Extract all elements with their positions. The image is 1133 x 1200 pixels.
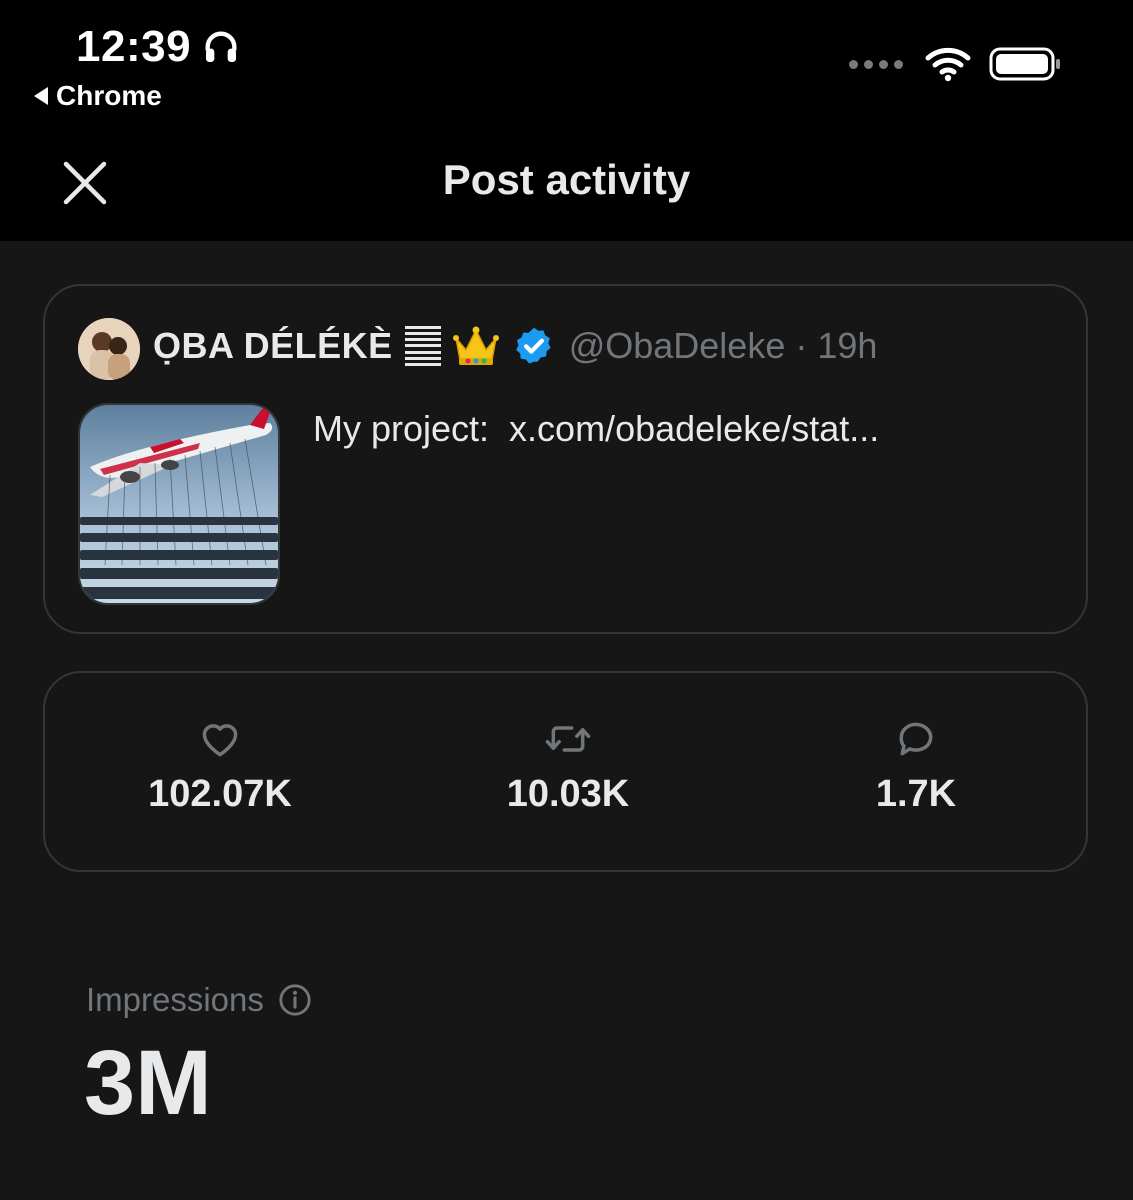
info-icon[interactable]: [278, 983, 312, 1017]
post-text[interactable]: My project: x.com/obadeleke/stat...: [313, 408, 879, 450]
post-author-row: ỌBA DÉLÉKÈ @ObaDeleke · 19h: [153, 324, 877, 368]
time-text: 12:39: [76, 22, 192, 71]
avatar[interactable]: [78, 318, 140, 380]
post-card[interactable]: ỌBA DÉLÉKÈ @ObaDeleke · 19h My project: …: [43, 284, 1088, 634]
flag-lines-icon: [404, 326, 441, 366]
signal-dots-icon: [849, 59, 903, 69]
heart-icon: [202, 724, 238, 757]
status-icons: [849, 46, 1063, 82]
reposts-count: 10.03K: [506, 773, 630, 815]
likes-count: 102.07K: [148, 773, 292, 815]
wifi-icon: [925, 47, 971, 82]
page-title: Post activity: [442, 156, 691, 203]
handle-and-time: @ObaDeleke · 19h: [568, 325, 878, 366]
back-arrow-icon: [34, 87, 48, 105]
battery-icon: [989, 47, 1060, 81]
avatar-image: [78, 318, 140, 380]
post-thumbnail[interactable]: [78, 403, 280, 605]
airplane-image: [80, 405, 278, 603]
replies-count: 1.7K: [875, 773, 957, 815]
likes-metric[interactable]: 102.07K: [100, 717, 340, 816]
replies-metric[interactable]: 1.7K: [796, 717, 1036, 816]
engagement-metrics: 102.07K 10.03K 1.7K: [43, 671, 1088, 872]
display-name[interactable]: ỌBA DÉLÉKÈ: [153, 325, 393, 367]
headphones-icon: [205, 31, 237, 62]
reply-icon: [899, 722, 933, 756]
back-to-app-link[interactable]: Chrome: [34, 80, 162, 112]
reposts-metric[interactable]: 10.03K: [448, 717, 688, 816]
crown-icon: [452, 326, 499, 365]
back-app-label: Chrome: [56, 80, 162, 111]
impressions-value: 3M: [84, 1032, 212, 1134]
post-activity-content: ỌBA DÉLÉKÈ @ObaDeleke · 19h My project: …: [0, 241, 1133, 1200]
verified-icon: [515, 327, 551, 364]
repost-icon: [545, 726, 591, 752]
impressions-label: Impressions: [86, 981, 264, 1018]
impressions-label-row: Impressions: [86, 981, 312, 1019]
status-time: 12:39: [76, 22, 241, 72]
top-bar: 12:39 Chrome Post activity: [0, 0, 1133, 241]
